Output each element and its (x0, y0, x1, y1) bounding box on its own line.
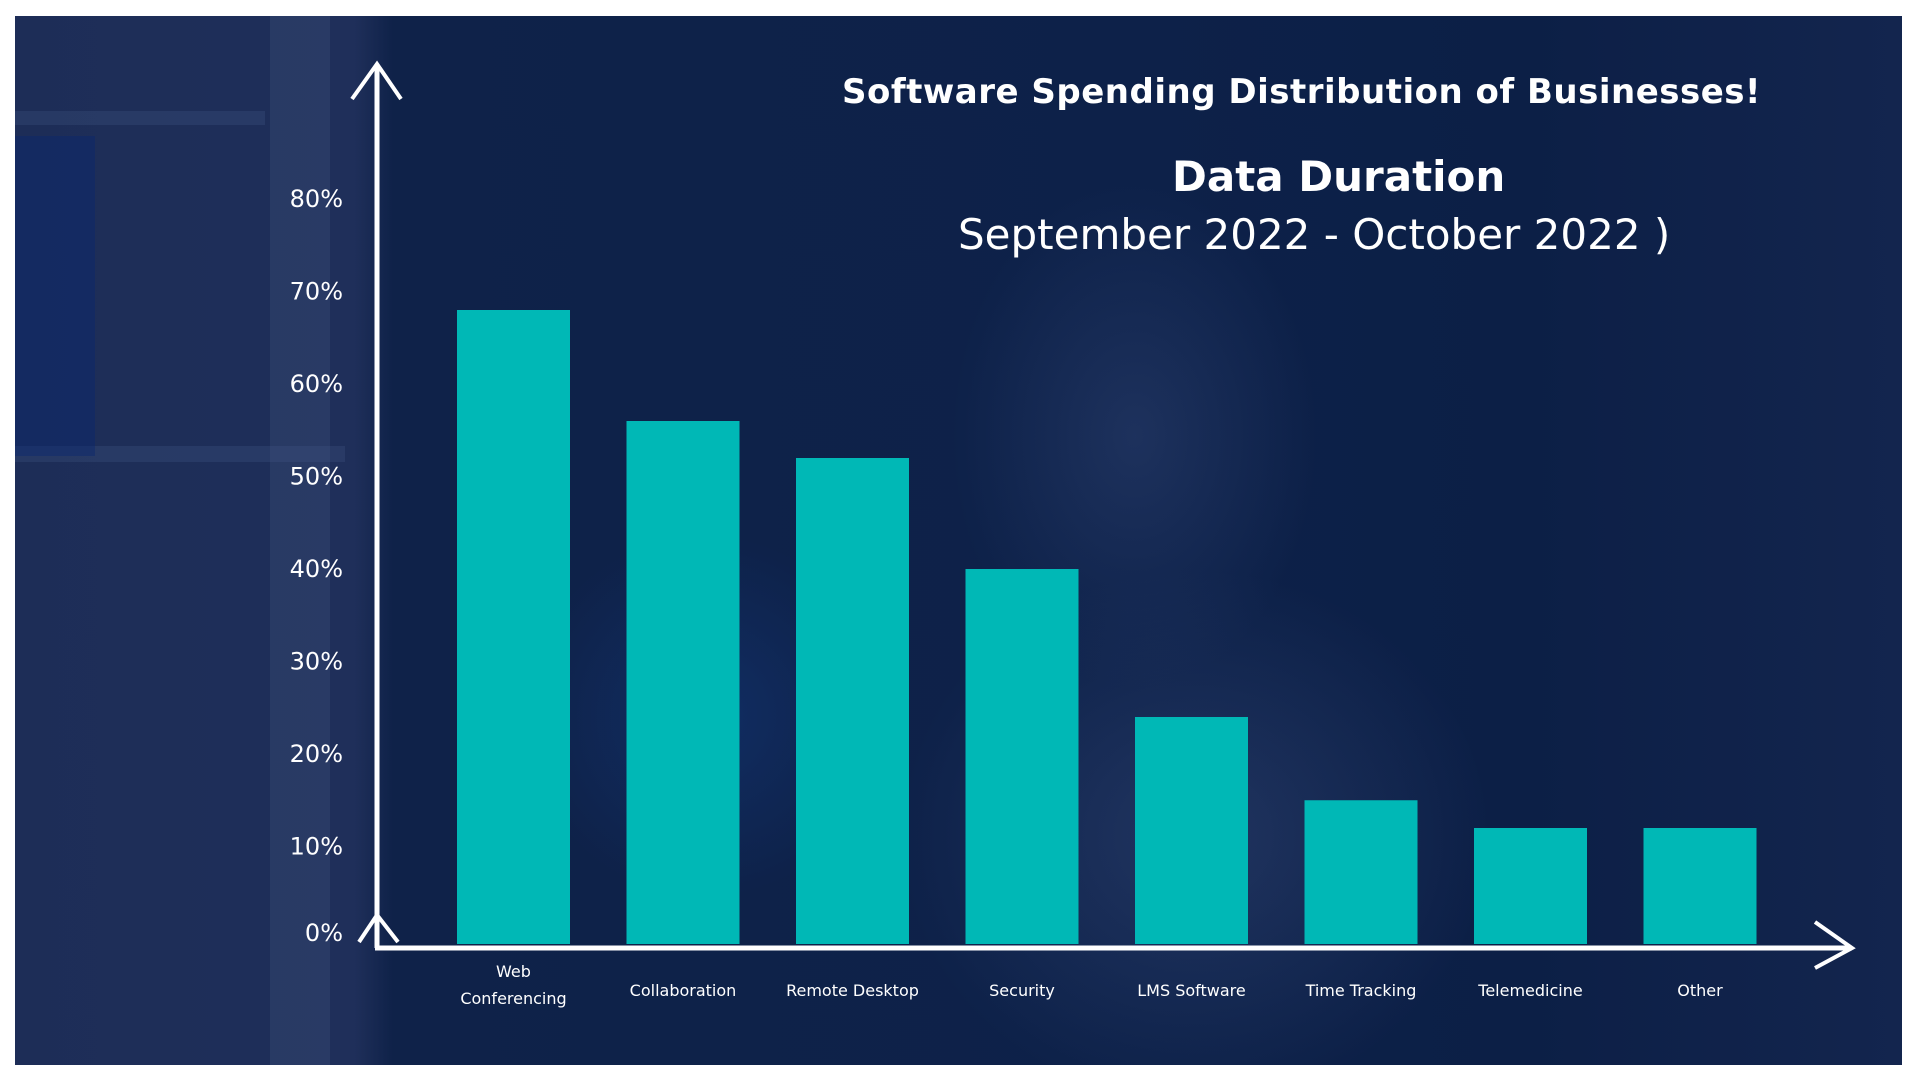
y-tick-label: 10% (290, 833, 343, 861)
x-tick-label: Security (989, 981, 1055, 1000)
bar (457, 310, 570, 944)
y-tick-label: 0% (305, 919, 343, 947)
x-tick-label: Conferencing (460, 989, 566, 1008)
x-tick-label: Web (496, 962, 531, 981)
bar (1135, 717, 1248, 944)
bar (796, 458, 909, 944)
bar-chart: 0% 10% 20% 30% 40% 50% 60% 70% 80% Web Conferenci… (290, 60, 1856, 1008)
y-axis-ticks: 0% 10% 20% 30% 40% 50% 60% 70% 80% (290, 185, 343, 947)
x-tick-label: Time Tracking (1305, 981, 1417, 1000)
x-tick-label: Other (1677, 981, 1723, 1000)
bar (1474, 828, 1587, 944)
y-tick-label: 30% (290, 648, 343, 676)
bar (626, 421, 740, 944)
axes (350, 60, 1856, 970)
y-tick-label: 50% (290, 463, 343, 491)
bars (457, 310, 1757, 944)
x-tick-label: Remote Desktop (786, 981, 919, 1000)
y-tick-label: 70% (290, 278, 343, 306)
bar (1643, 828, 1757, 944)
x-tick-label: Telemedicine (1477, 981, 1582, 1000)
y-tick-label: 40% (290, 555, 343, 583)
x-tick-label: Collaboration (630, 981, 737, 1000)
y-tick-label: 60% (290, 370, 343, 398)
x-axis-labels: Web Conferencing Collaboration Remote Deskt… (460, 962, 1723, 1008)
bar (965, 569, 1079, 944)
x-tick-label: LMS Software (1137, 981, 1246, 1000)
x-axis-arrow-icon (1813, 920, 1856, 970)
y-tick-label: 80% (290, 185, 343, 213)
y-tick-label: 20% (290, 740, 343, 768)
bar (1304, 800, 1418, 944)
